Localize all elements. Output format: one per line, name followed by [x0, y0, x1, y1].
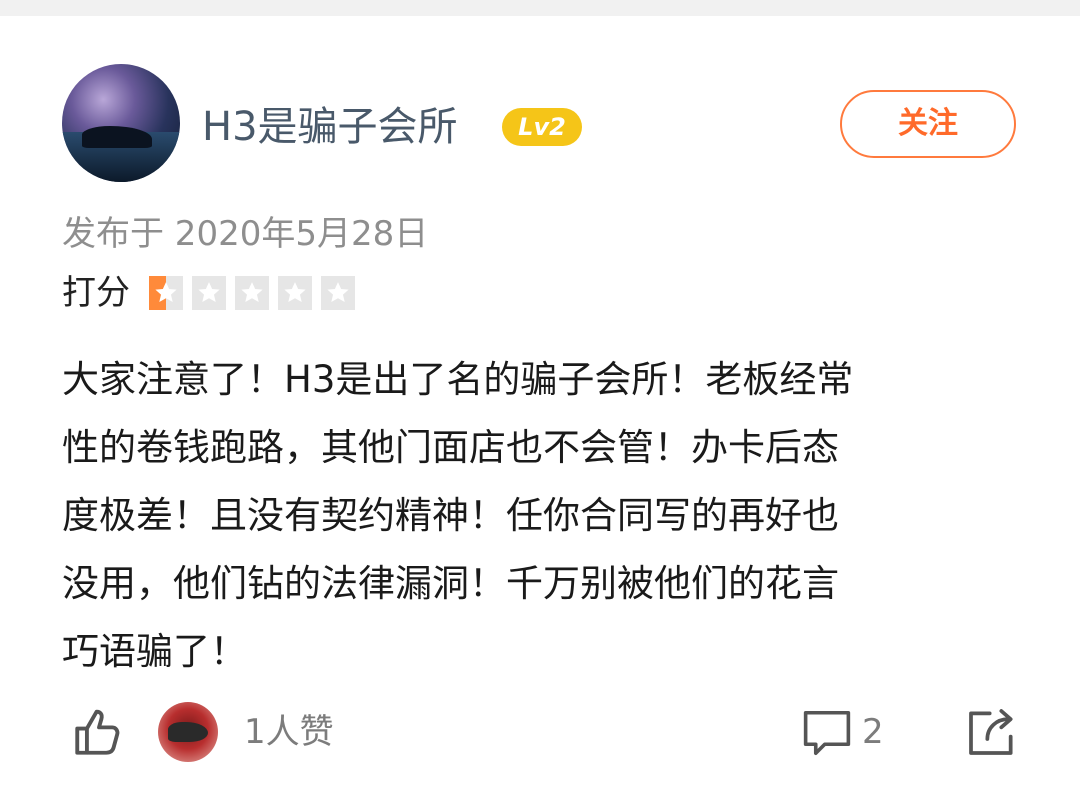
rating-label: 打分	[62, 272, 130, 313]
star-icon	[192, 275, 227, 310]
user-avatar[interactable]	[62, 64, 180, 182]
star-icon	[149, 275, 184, 310]
review-line: 大家注意了！H3是出了名的骗子会所！老板经常	[62, 358, 854, 401]
star-icon	[278, 275, 313, 310]
post-date: 发布于 2020年5月28日	[62, 214, 429, 254]
thumbs-up-icon[interactable]	[70, 702, 128, 764]
star-icon	[321, 275, 356, 310]
rating-row: 打分	[62, 270, 359, 314]
level-badge: Lv2	[502, 108, 582, 146]
liker-avatar[interactable]	[158, 702, 218, 762]
follow-button[interactable]: 关注	[840, 90, 1016, 158]
likes-count[interactable]: 1人赞	[244, 708, 334, 756]
review-line: 度极差！且没有契约精神！任你合同写的再好也	[62, 494, 839, 537]
comment-icon[interactable]	[800, 706, 854, 764]
star-icon	[235, 275, 270, 310]
username[interactable]: H3是骗子会所	[202, 102, 458, 152]
review-line: 性的卷钱跑路，其他门面店也不会管！办卡后态	[62, 426, 839, 469]
review-line: 没用，他们钻的法律漏洞！千万别被他们的花言	[62, 562, 839, 605]
comment-count[interactable]: 2	[862, 708, 884, 756]
review-text: 大家注意了！H3是出了名的骗子会所！老板经常 性的卷钱跑路，其他门面店也不会管！…	[62, 346, 1022, 686]
top-gap	[0, 0, 1080, 16]
action-bar: 1人赞 2	[0, 690, 1080, 770]
review-line: 巧语骗了！	[62, 630, 247, 673]
share-icon[interactable]	[964, 704, 1020, 764]
star-rating	[149, 275, 359, 310]
